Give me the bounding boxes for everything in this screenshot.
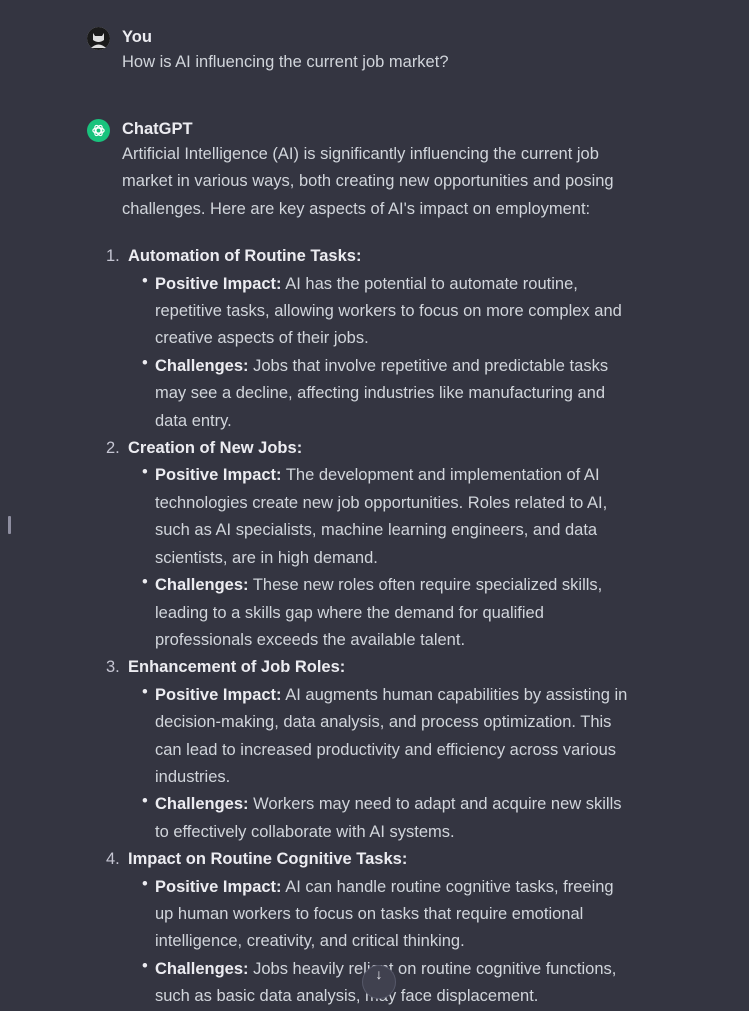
bullet-list: • Positive Impact: The development and im…: [128, 462, 632, 654]
list-item: 1. Automation of Routine Tasks: • Positive …: [106, 243, 632, 435]
arrow-down-icon: ↓: [375, 966, 383, 982]
bullet-label: Challenges:: [155, 356, 249, 375]
item-title: Impact on Routine Cognitive Tasks:: [128, 850, 408, 869]
bullet-item: • Challenges: Jobs that involve repetitiv…: [142, 353, 632, 435]
assistant-name: ChatGPT: [122, 120, 193, 138]
bullet-label: Positive Impact:: [155, 274, 282, 293]
bullet-icon: •: [142, 463, 148, 482]
bullet-icon: •: [142, 874, 148, 893]
bullet-item: • Positive Impact: AI can handle routine …: [142, 874, 632, 956]
bullet-icon: •: [142, 353, 148, 372]
user-avatar-icon: [87, 27, 110, 50]
impact-list: 1. Automation of Routine Tasks: • Positive …: [106, 243, 632, 1010]
bullet-label: Challenges:: [155, 795, 249, 814]
chatgpt-logo-icon: [87, 119, 110, 142]
user-message-text: How is AI influencing the current job ma…: [122, 53, 449, 71]
list-item: 2. Creation of New Jobs: • Positive Impact:…: [106, 435, 632, 654]
bullet-item: • Challenges: These new roles often requi…: [142, 572, 632, 654]
bullet-list: • Positive Impact: AI augments human capa…: [128, 682, 632, 846]
bullet-label: Positive Impact:: [155, 685, 282, 704]
bullet-label: Positive Impact:: [155, 466, 282, 485]
user-name: You: [122, 28, 152, 46]
bullet-icon: •: [142, 573, 148, 592]
bullet-list: • Positive Impact: AI has the potential t…: [128, 271, 632, 435]
bullet-item: • Challenges: Workers may need to adapt a…: [142, 791, 632, 846]
list-item: 3. Enhancement of Job Roles: • Positive Imp…: [106, 654, 632, 846]
bullet-icon: •: [142, 956, 148, 975]
item-title: Enhancement of Job Roles:: [128, 658, 346, 677]
item-title: Automation of Routine Tasks:: [128, 247, 362, 266]
item-number: 4.: [106, 850, 120, 869]
bullet-icon: •: [142, 271, 148, 290]
item-number: 1.: [106, 247, 120, 266]
bullet-item: • Positive Impact: The development and im…: [142, 462, 632, 572]
assistant-message: ChatGPT Artificial Intelligence (AI) is …: [87, 118, 632, 1011]
bullet-label: Positive Impact:: [155, 877, 282, 896]
bullet-item: • Positive Impact: AI has the potential t…: [142, 271, 632, 353]
resize-handle[interactable]: [8, 516, 11, 534]
bullet-item: • Positive Impact: AI augments human capa…: [142, 682, 632, 792]
scroll-to-bottom-button[interactable]: ↓: [362, 965, 396, 999]
bullet-icon: •: [142, 792, 148, 811]
intro-paragraph: Artificial Intelligence (AI) is signific…: [122, 145, 614, 218]
item-title: Creation of New Jobs:: [128, 439, 303, 458]
user-message: You How is AI influencing the current jo…: [87, 26, 632, 74]
bullet-label: Challenges:: [155, 959, 249, 978]
assistant-message-body: Artificial Intelligence (AI) is signific…: [106, 141, 632, 1011]
item-number: 2.: [106, 439, 120, 458]
bullet-label: Challenges:: [155, 576, 249, 595]
item-number: 3.: [106, 658, 120, 677]
bullet-icon: •: [142, 682, 148, 701]
